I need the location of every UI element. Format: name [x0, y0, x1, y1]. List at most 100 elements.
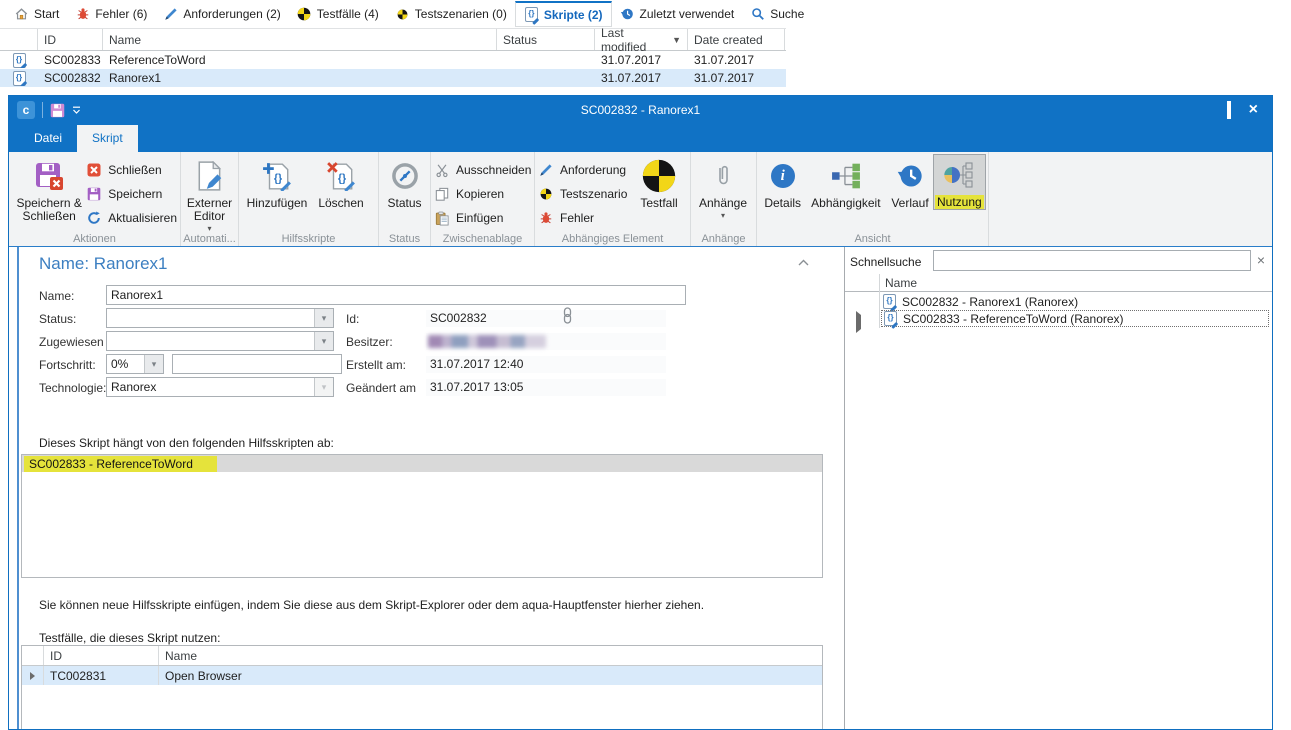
usage-button[interactable]: Nutzung [933, 154, 986, 210]
cell-last-modified: 31.07.2017 [595, 53, 688, 67]
header-date-created[interactable]: Date created [688, 29, 785, 50]
scripts-list-header: ID Name Status Last modified▼ Date creat… [0, 28, 786, 51]
list-item[interactable]: SC002832 - Ranorex1 (Ranorex) [881, 293, 1269, 310]
scripts-list: ID Name Status Last modified▼ Date creat… [0, 28, 786, 87]
nav-item-fehler[interactable]: Fehler (6) [67, 1, 155, 27]
header-id[interactable]: ID [44, 646, 159, 665]
external-editor-icon [197, 158, 223, 194]
header-last-modified[interactable]: Last modified▼ [595, 29, 688, 50]
link-icon[interactable] [562, 307, 573, 324]
cell-name: Open Browser [159, 666, 822, 685]
home-icon [14, 7, 29, 22]
copy-icon [434, 186, 450, 202]
aktionen-small-buttons: Schließen Speichern Aktualisieren [86, 155, 177, 226]
status-select[interactable]: ▾ [106, 308, 334, 328]
button-label: Verlauf [891, 197, 928, 210]
button-label: Speichern [108, 187, 162, 201]
dependencies-list[interactable]: SC002833 - ReferenceToWord [21, 454, 823, 578]
list-item-focused[interactable]: SC002833 - ReferenceToWord (Ranorex) [881, 310, 1269, 327]
progress-note-field[interactable] [172, 354, 342, 374]
table-row[interactable]: SC002833 ReferenceToWord 31.07.2017 31.0… [0, 51, 786, 69]
header-name[interactable]: Name [159, 646, 822, 665]
tab-skript[interactable]: Skript [77, 125, 138, 152]
add-testcase-button[interactable]: Testfall [634, 155, 684, 210]
window-content: Name: Ranorex1 Name: Status: ▾ Zugewiese… [9, 247, 1272, 729]
copy-button[interactable]: Kopieren [434, 186, 531, 202]
nav-item-anforderungen[interactable]: Anforderungen (2) [155, 1, 288, 27]
header-marker-column [22, 646, 44, 665]
details-button[interactable]: i Details [760, 155, 805, 210]
testcase-pie-icon [642, 158, 676, 194]
header-status[interactable]: Status [497, 29, 595, 50]
created-value: 31.07.2017 12:40 [426, 356, 666, 373]
cell-date-created: 31.07.2017 [688, 71, 785, 85]
close-icon[interactable]: × [1249, 103, 1258, 117]
attachments-button[interactable]: Anhänge ▾ [694, 155, 752, 219]
list-item[interactable]: SC002833 - ReferenceToWord [22, 455, 822, 472]
add-helper-script-button[interactable]: {} Hinzufügen [242, 155, 312, 210]
table-row-selected[interactable]: TC002831 Open Browser [22, 666, 822, 685]
save-and-close-button[interactable]: Speichern & Schließen [12, 155, 86, 223]
status-compass-icon [391, 158, 419, 194]
script-icon [13, 53, 26, 68]
nav-item-suche[interactable]: Suche [742, 1, 812, 27]
group-label: Aktionen [9, 233, 180, 245]
quicksearch-column-header[interactable]: Name [845, 274, 1272, 292]
assigned-select[interactable]: ▾ [106, 331, 334, 351]
owner-redacted-value [428, 335, 546, 348]
qat-dropdown-icon[interactable] [72, 106, 81, 115]
add-testscenario-button[interactable]: Testszenario [538, 186, 634, 202]
svg-text:{}: {} [274, 172, 282, 184]
group-label: Anhänge [691, 233, 756, 245]
nav-item-testfaelle[interactable]: Testfälle (4) [289, 1, 387, 27]
modified-label: Geändert am [346, 381, 416, 395]
quicksearch-input[interactable] [933, 250, 1251, 271]
titlebar[interactable]: SC002832 - Ranorex1 c × [9, 96, 1272, 124]
cell-id: SC002833 [38, 53, 103, 67]
history-button[interactable]: Verlauf [886, 155, 933, 210]
history-icon [620, 7, 635, 22]
nav-item-start[interactable]: Start [6, 1, 67, 27]
ribbon-group-hilfsskripte: {} Hinzufügen {} Löschen Hilfsskripte [239, 152, 379, 246]
button-label: Kopieren [456, 187, 504, 201]
dependency-button[interactable]: Abhängigkeit [805, 155, 886, 210]
search-icon [750, 7, 765, 22]
button-label: Ausschneiden [456, 163, 531, 177]
testscenario-pie-icon [538, 186, 554, 202]
quick-save-icon[interactable] [50, 103, 65, 118]
save-button[interactable]: Speichern [86, 186, 177, 202]
maximize-icon[interactable] [1227, 103, 1231, 117]
ribbon-group-zwischenablage: Ausschneiden Kopieren Einfügen Zwischena… [431, 152, 535, 246]
header-name[interactable]: Name [103, 29, 497, 50]
nav-item-testszenarien[interactable]: Testszenarien (0) [387, 1, 515, 27]
refresh-button[interactable]: Aktualisieren [86, 210, 177, 226]
button-label: Anhänge [699, 197, 747, 210]
status-button[interactable]: Status [382, 155, 427, 210]
page-title: Name: Ranorex1 [39, 254, 168, 274]
table-row-selected[interactable]: SC002832 Ranorex1 31.07.2017 31.07.2017 [0, 69, 786, 87]
header-id[interactable]: ID [38, 29, 103, 50]
progress-label: Fortschritt: [39, 358, 96, 372]
technology-select: Ranorex ▾ [106, 377, 334, 397]
add-requirement-button[interactable]: Anforderung [538, 162, 634, 178]
paste-button[interactable]: Einfügen [434, 210, 531, 226]
tab-datei[interactable]: Datei [19, 125, 77, 152]
collapse-icon[interactable] [798, 259, 809, 266]
requirement-pencil-icon [538, 162, 554, 178]
cut-button[interactable]: Ausschneiden [434, 162, 531, 178]
close-button[interactable]: Schließen [86, 162, 177, 178]
button-label: Aktualisieren [108, 211, 177, 225]
ribbon-group-aktionen: Speichern & Schließen Schließen Speicher… [9, 152, 181, 246]
nav-item-skripte[interactable]: Skripte (2) [515, 1, 612, 27]
progress-select[interactable]: 0% ▾ [106, 354, 164, 374]
group-label: Hilfsskripte [239, 233, 378, 245]
drag-hint-text: Sie können neue Hilfsskripte einfügen, i… [39, 598, 704, 612]
clear-search-icon[interactable]: × [1257, 253, 1265, 267]
cell-id: SC002832 [38, 71, 103, 85]
external-editor-button[interactable]: Externer Editor ▾ [184, 155, 235, 232]
name-field[interactable] [106, 285, 686, 305]
add-defect-button[interactable]: Fehler [538, 210, 634, 226]
nav-item-zuletzt-verwendet[interactable]: Zuletzt verwendet [612, 1, 743, 27]
delete-helper-script-button[interactable]: {} Löschen [312, 155, 370, 210]
progress-value: 0% [107, 357, 144, 371]
